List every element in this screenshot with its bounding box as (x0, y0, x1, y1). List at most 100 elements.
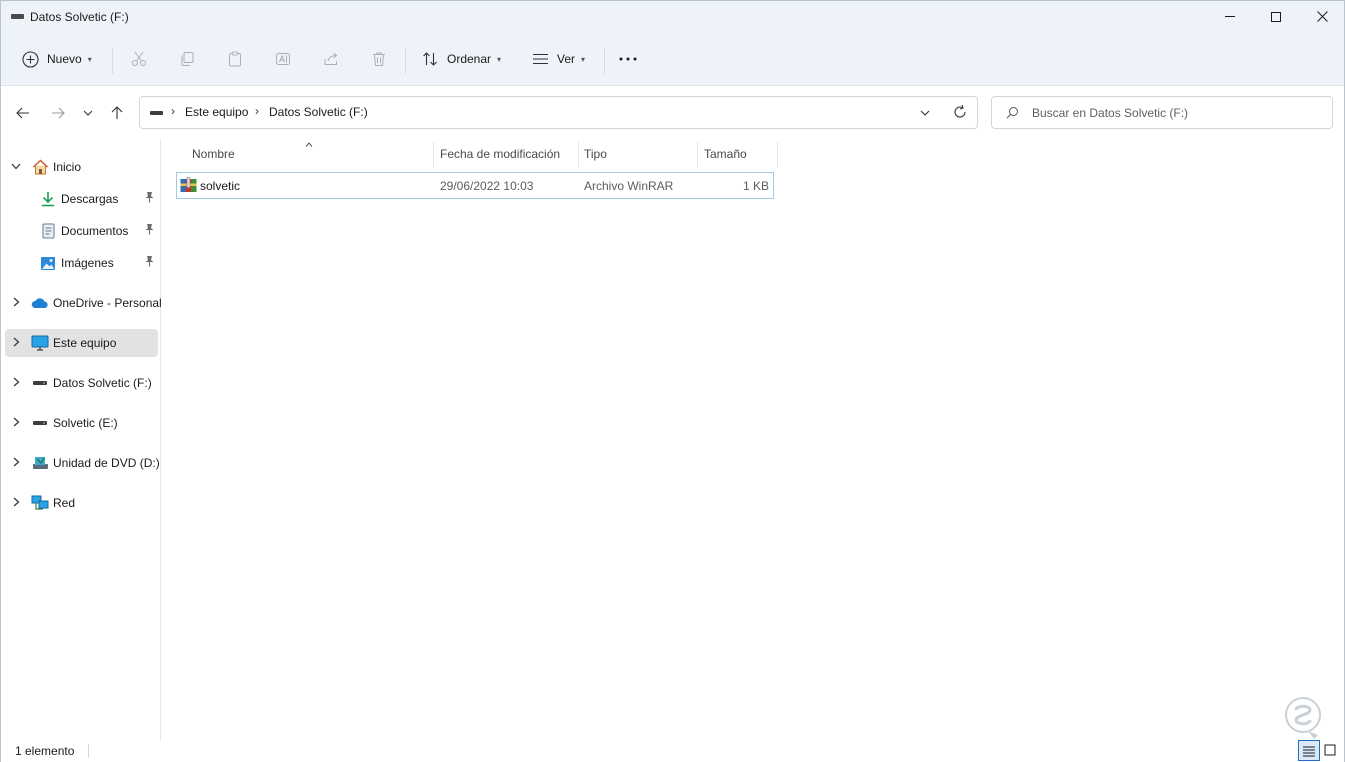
address-history-dropdown[interactable] (920, 106, 930, 123)
pin-icon[interactable] (144, 191, 155, 206)
sidebar-item-label: Red (53, 496, 76, 510)
view-button[interactable]: Ver ▾ (531, 44, 585, 74)
document-icon (39, 222, 57, 240)
chevron-right-icon[interactable] (11, 377, 21, 387)
column-header-modified[interactable]: Fecha de modificación (440, 147, 560, 161)
network-icon (31, 494, 49, 512)
toolbar-divider (405, 48, 406, 74)
chevron-down-icon (920, 110, 930, 116)
file-list: Nombre Fecha de modificación Tipo Tamaño (162, 140, 1344, 740)
sidebar-item-downloads[interactable]: Descargas (5, 185, 158, 213)
watermark-logo-icon (1285, 697, 1321, 739)
back-button[interactable] (13, 103, 33, 123)
details-view-button[interactable] (1298, 740, 1320, 761)
winrar-archive-icon (180, 177, 197, 193)
dvd-drive-icon (31, 454, 49, 472)
sidebar-item-label: Inicio (53, 160, 82, 174)
close-button[interactable] (1299, 1, 1345, 32)
sidebar-item-pictures[interactable]: Imágenes (5, 249, 158, 277)
column-header-size[interactable]: Tamaño (704, 147, 747, 161)
sidebar-item-label: Este equipo (53, 336, 117, 350)
sidebar-item-documents[interactable]: Documentos (5, 217, 158, 245)
chevron-right-icon[interactable] (11, 297, 21, 307)
breadcrumb-chevron-icon: › (171, 104, 175, 118)
chevron-right-icon[interactable] (11, 497, 21, 507)
close-icon (1316, 11, 1328, 22)
arrow-right-icon (52, 107, 65, 119)
search-input[interactable] (1032, 103, 1322, 123)
sidebar-item-label: Datos Solvetic (F:) (53, 376, 152, 390)
recent-locations-button[interactable] (78, 103, 98, 123)
copy-icon (178, 50, 196, 68)
column-header-name[interactable]: Nombre (192, 147, 235, 161)
maximize-button[interactable] (1253, 1, 1299, 32)
chevron-right-icon[interactable] (11, 457, 21, 467)
refresh-button[interactable] (953, 104, 967, 123)
paste-button[interactable] (226, 44, 244, 74)
search-icon (1006, 107, 1018, 119)
sidebar-item-this-pc[interactable]: Este equipo (5, 329, 158, 357)
breadcrumb-this-pc[interactable]: Este equipo (185, 105, 248, 119)
chevron-down-icon[interactable] (11, 161, 21, 171)
clipboard-icon (226, 50, 244, 68)
toolbar-divider (604, 48, 605, 74)
sidebar-item-home[interactable]: Inicio (5, 153, 158, 181)
minimize-button[interactable] (1207, 1, 1253, 32)
cut-button[interactable] (130, 44, 148, 74)
refresh-icon (954, 104, 966, 118)
column-divider[interactable] (433, 142, 434, 168)
title-bar[interactable]: Datos Solvetic (F:) (1, 1, 1344, 32)
sidebar-item-label: OneDrive - Personal (53, 296, 162, 310)
drive-icon (150, 111, 163, 115)
navigation-pane: Inicio Descargas Documentos Imágenes One… (1, 140, 162, 740)
sidebar-item-dvd-drive[interactable]: Unidad de DVD (D:) (5, 449, 160, 477)
plus-circle-icon (21, 50, 39, 68)
column-divider[interactable] (777, 142, 778, 168)
chevron-right-icon[interactable] (11, 337, 21, 347)
column-divider[interactable] (578, 142, 579, 168)
forward-button[interactable] (48, 103, 68, 123)
search-box[interactable] (991, 96, 1333, 129)
new-label: Nuevo (47, 52, 82, 66)
column-divider[interactable] (697, 142, 698, 168)
view-label: Ver (557, 52, 576, 66)
table-row[interactable]: solvetic 29/06/2022 10:03 Archivo WinRAR… (176, 172, 774, 199)
more-options-button[interactable] (619, 44, 637, 74)
sidebar-item-network[interactable]: Red (5, 489, 158, 517)
sidebar-item-drive-f[interactable]: Datos Solvetic (F:) (5, 369, 158, 397)
column-header-type[interactable]: Tipo (584, 147, 607, 161)
pin-icon[interactable] (144, 223, 155, 238)
chevron-right-icon[interactable] (11, 417, 21, 427)
status-divider (88, 744, 89, 758)
more-dots-icon (619, 50, 637, 68)
view-lines-icon (531, 50, 549, 68)
address-bar[interactable]: › Este equipo › Datos Solvetic (F:) (139, 96, 978, 129)
new-button[interactable]: Nuevo ▾ (21, 44, 92, 74)
maximize-icon (1271, 11, 1281, 22)
this-pc-icon (31, 334, 49, 352)
sidebar-item-onedrive[interactable]: OneDrive - Personal (5, 289, 162, 317)
sort-button[interactable]: Ordenar ▾ (421, 44, 501, 74)
chevron-down-icon: ▾ (497, 54, 502, 64)
file-size: 1 KB (742, 179, 769, 193)
breadcrumb-current-drive[interactable]: Datos Solvetic (F:) (269, 105, 368, 119)
large-icons-view-button[interactable] (1323, 743, 1337, 757)
chevron-down-icon: ▾ (87, 54, 92, 64)
arrow-left-icon (16, 107, 29, 119)
rename-button[interactable] (274, 44, 292, 74)
download-icon (39, 190, 57, 208)
item-count: 1 elemento (15, 744, 75, 758)
sidebar-item-label: Imágenes (61, 256, 114, 270)
file-explorer-window: Datos Solvetic (F:) Nuevo ▾ Ordenar ▾ Ve… (0, 0, 1345, 762)
copy-button[interactable] (178, 44, 196, 74)
chevron-down-icon: ▾ (581, 54, 586, 64)
delete-button[interactable] (370, 44, 388, 74)
status-bar: 1 elemento (1, 740, 1344, 762)
up-button[interactable] (107, 103, 127, 123)
sort-ascending-icon (305, 139, 313, 149)
toolbar-divider (112, 48, 113, 74)
sidebar-item-label: Solvetic (E:) (53, 416, 118, 430)
share-button[interactable] (322, 44, 340, 74)
sidebar-item-drive-e[interactable]: Solvetic (E:) (5, 409, 158, 437)
pin-icon[interactable] (144, 255, 155, 270)
